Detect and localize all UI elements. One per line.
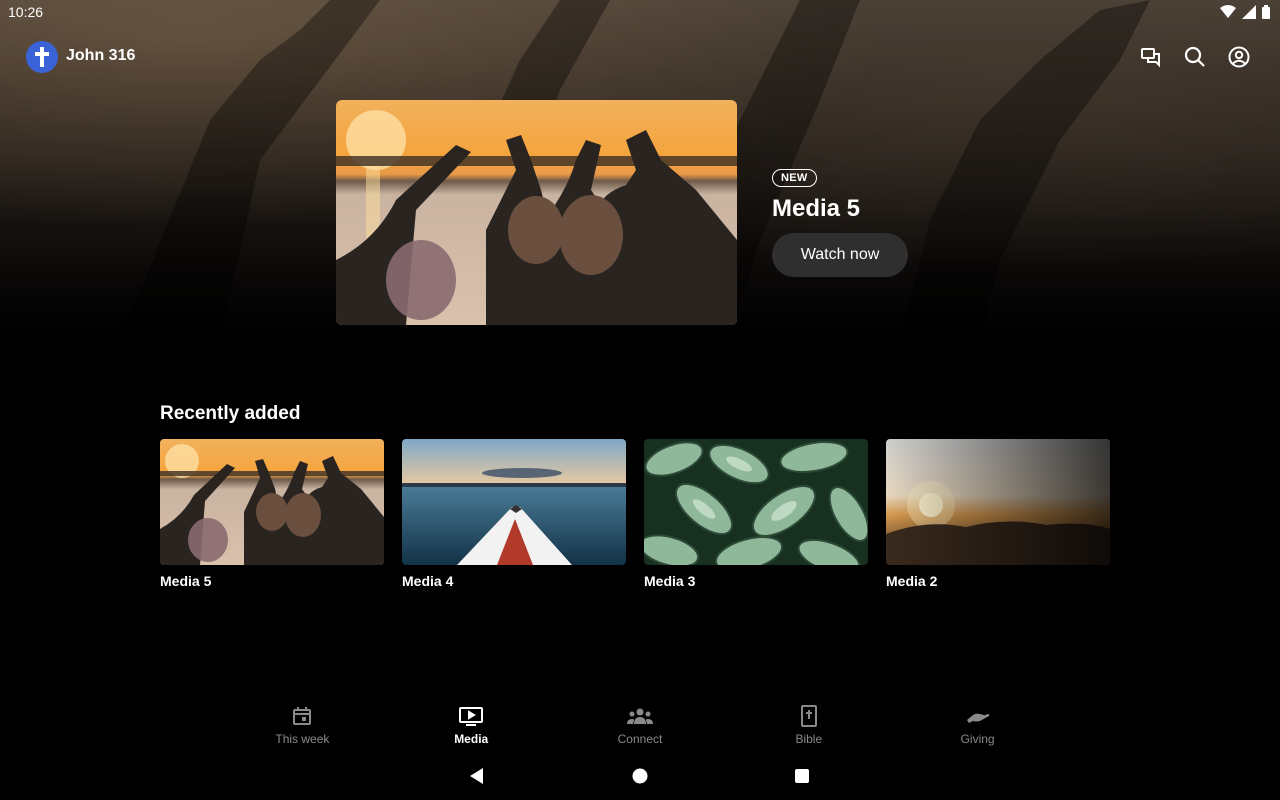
media-label: Media 4 — [402, 573, 454, 589]
chat-icon — [1141, 48, 1160, 68]
search-button[interactable] — [1182, 44, 1208, 70]
featured-media-thumbnail[interactable] — [336, 100, 737, 325]
media-thumbnail — [644, 439, 868, 565]
app-title: John 316 — [66, 47, 136, 64]
chat-button[interactable] — [1138, 44, 1164, 70]
play-screen-icon — [459, 707, 484, 726]
nav-label: Bible — [795, 732, 823, 746]
media-thumbnail — [160, 439, 384, 565]
featured-info: NEW Media 5 Watch now — [772, 168, 908, 277]
account-button[interactable] — [1226, 44, 1252, 70]
nav-item-bible[interactable]: Bible — [724, 704, 893, 754]
bible-icon — [800, 705, 817, 727]
recently-added-list: Media 5 Media 4 Media 3 Media 2 — [160, 439, 1110, 589]
nav-item-connect[interactable]: Connect — [556, 704, 725, 754]
calendar-icon — [293, 707, 312, 725]
new-badge: NEW — [772, 169, 817, 187]
featured-title: Media 5 — [772, 195, 861, 222]
home-circle-icon — [632, 768, 648, 784]
status-icons — [1220, 5, 1270, 19]
media-card[interactable]: Media 2 — [886, 439, 1110, 589]
media-card[interactable]: Media 4 — [402, 439, 626, 589]
battery-icon — [1262, 5, 1270, 19]
media-thumbnail — [886, 439, 1110, 565]
recents-button[interactable] — [792, 766, 812, 786]
system-navigation-bar — [0, 758, 1280, 794]
search-icon — [1184, 46, 1205, 67]
media-card[interactable]: Media 3 — [644, 439, 868, 589]
nav-item-this-week[interactable]: This week — [218, 704, 387, 754]
watch-now-button[interactable]: Watch now — [772, 233, 908, 277]
media-label: Media 2 — [886, 573, 938, 589]
media-label: Media 3 — [644, 573, 696, 589]
account-icon — [1228, 46, 1250, 68]
home-button[interactable] — [630, 766, 650, 786]
wifi-icon — [1220, 5, 1236, 18]
status-time: 10:26 — [8, 4, 44, 20]
recents-square-icon — [795, 769, 809, 783]
nav-label: Connect — [617, 732, 663, 746]
recently-added-heading: Recently added — [160, 403, 301, 424]
media-label: Media 5 — [160, 573, 212, 589]
group-icon — [626, 708, 653, 724]
back-triangle-icon — [470, 768, 483, 784]
cross-icon — [35, 47, 49, 67]
media-screen: 10:26 John 316 NEW Media 5 Watch now Rec… — [0, 0, 1280, 800]
nav-label: Media — [454, 732, 489, 746]
top-actions — [1138, 44, 1252, 70]
status-bar: 10:26 — [0, 0, 1280, 24]
media-thumbnail — [402, 439, 626, 565]
nav-label: Giving — [960, 732, 995, 746]
nav-label: This week — [275, 732, 330, 746]
top-app-bar: John 316 — [0, 38, 1280, 78]
giving-hand-icon — [966, 713, 989, 723]
bottom-navigation: This week Media Connect Bible Giving — [218, 704, 1062, 754]
nav-item-media[interactable]: Media — [387, 704, 556, 754]
app-logo[interactable] — [26, 41, 58, 73]
back-button[interactable] — [467, 766, 487, 786]
signal-icon — [1242, 5, 1256, 19]
media-card[interactable]: Media 5 — [160, 439, 384, 589]
nav-item-giving[interactable]: Giving — [893, 704, 1062, 754]
